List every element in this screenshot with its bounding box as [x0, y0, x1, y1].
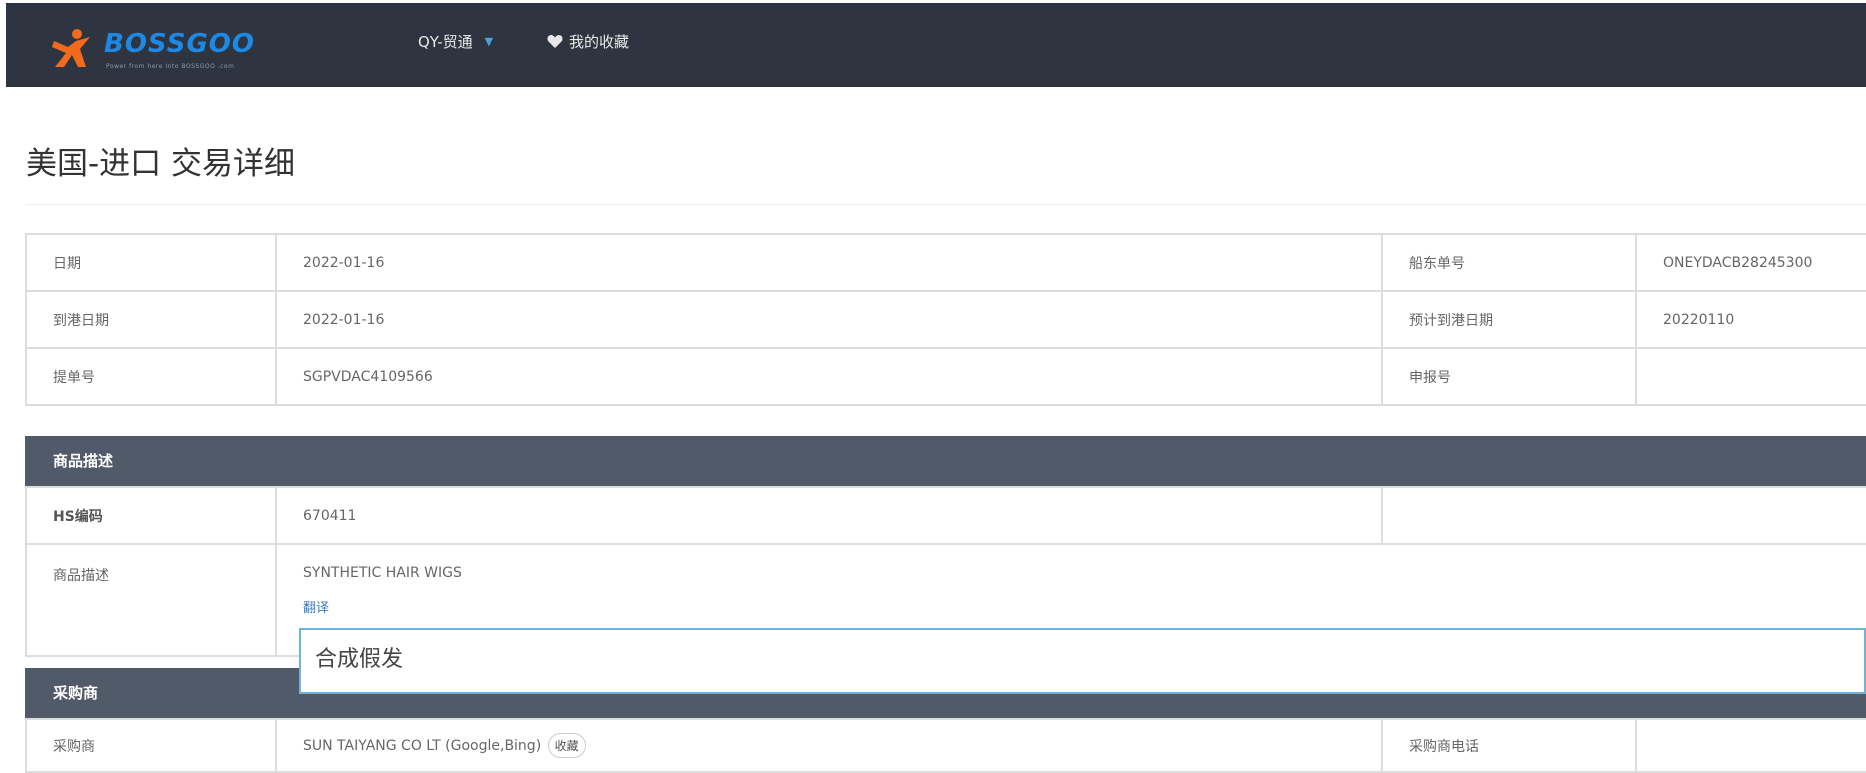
favorite-button[interactable]: 收藏 [547, 733, 586, 758]
basic-info-table: 日期 2022-01-16 船东单号 ONEYDACB28245300 到港日期… [25, 233, 1866, 406]
eta-label: 预计到港日期 [1381, 290, 1637, 349]
bossgoo-logo[interactable]: BOSSGOO Power from here Into BOSSGOO .co… [50, 23, 260, 73]
goods-section-header: 商品描述 [25, 436, 1866, 486]
buyer-value[interactable]: SUN TAIYANG CO LT (Google,Bing) [303, 738, 541, 754]
table-row: 采购商 SUN TAIYANG CO LT (Google,Bing) 收藏 采… [25, 718, 1866, 773]
translation-popup: 合成假发 [299, 628, 1866, 694]
eta-value: 20220110 [1635, 290, 1866, 349]
shipowner-no-label: 船东单号 [1381, 233, 1637, 292]
running-person-icon [52, 29, 90, 67]
shipowner-no-value: ONEYDACB28245300 [1635, 233, 1866, 292]
declaration-no-value [1635, 347, 1866, 406]
caret-down-icon: ▼ [484, 35, 494, 48]
top-navbar: BOSSGOO Power from here Into BOSSGOO .co… [6, 3, 1866, 87]
nav-qy-dropdown[interactable]: QY-贸通 ▼ [418, 31, 493, 52]
buyer-label: 采购商 [25, 718, 277, 773]
bill-of-lading-label: 提单号 [25, 347, 277, 406]
buyer-phone-label: 采购商电话 [1381, 718, 1637, 773]
buyer-table: 采购商 SUN TAIYANG CO LT (Google,Bing) 收藏 采… [25, 718, 1866, 773]
nav-fav-label: 我的收藏 [569, 33, 630, 51]
declaration-no-label: 申报号 [1381, 347, 1637, 406]
bill-of-lading-value: SGPVDAC4109566 [275, 347, 1383, 406]
title-divider [26, 204, 1866, 205]
logo-tagline: Power from here Into BOSSGOO .com [106, 63, 235, 70]
buyer-phone-value [1635, 718, 1866, 773]
logo-text: BOSSGOO [104, 29, 255, 59]
table-row: 日期 2022-01-16 船东单号 ONEYDACB28245300 [25, 233, 1866, 292]
translate-link[interactable]: 翻译 [303, 597, 329, 616]
buyer-cell: SUN TAIYANG CO LT (Google,Bing) 收藏 [275, 718, 1383, 773]
arrival-date-value: 2022-01-16 [275, 290, 1383, 349]
goods-desc-label: 商品描述 [25, 543, 277, 657]
hs-code-value: 670411 [275, 486, 1383, 545]
hs-code-label: HS编码 [25, 486, 277, 545]
table-row: 到港日期 2022-01-16 预计到港日期 20220110 [25, 290, 1866, 349]
table-row: 提单号 SGPVDAC4109566 申报号 [25, 347, 1866, 406]
empty-cell [1381, 486, 1866, 545]
table-row: HS编码 670411 [25, 486, 1866, 545]
nav-my-favorites[interactable]: 我的收藏 [547, 31, 629, 52]
goods-desc-value: SYNTHETIC HAIR WIGS [303, 565, 462, 581]
nav-qy-label: QY-贸通 [418, 33, 473, 51]
arrival-date-label: 到港日期 [25, 290, 277, 349]
heart-icon [547, 35, 563, 48]
date-value: 2022-01-16 [275, 233, 1383, 292]
date-label: 日期 [25, 233, 277, 292]
page-title: 美国-进口 交易详细 [26, 146, 296, 182]
